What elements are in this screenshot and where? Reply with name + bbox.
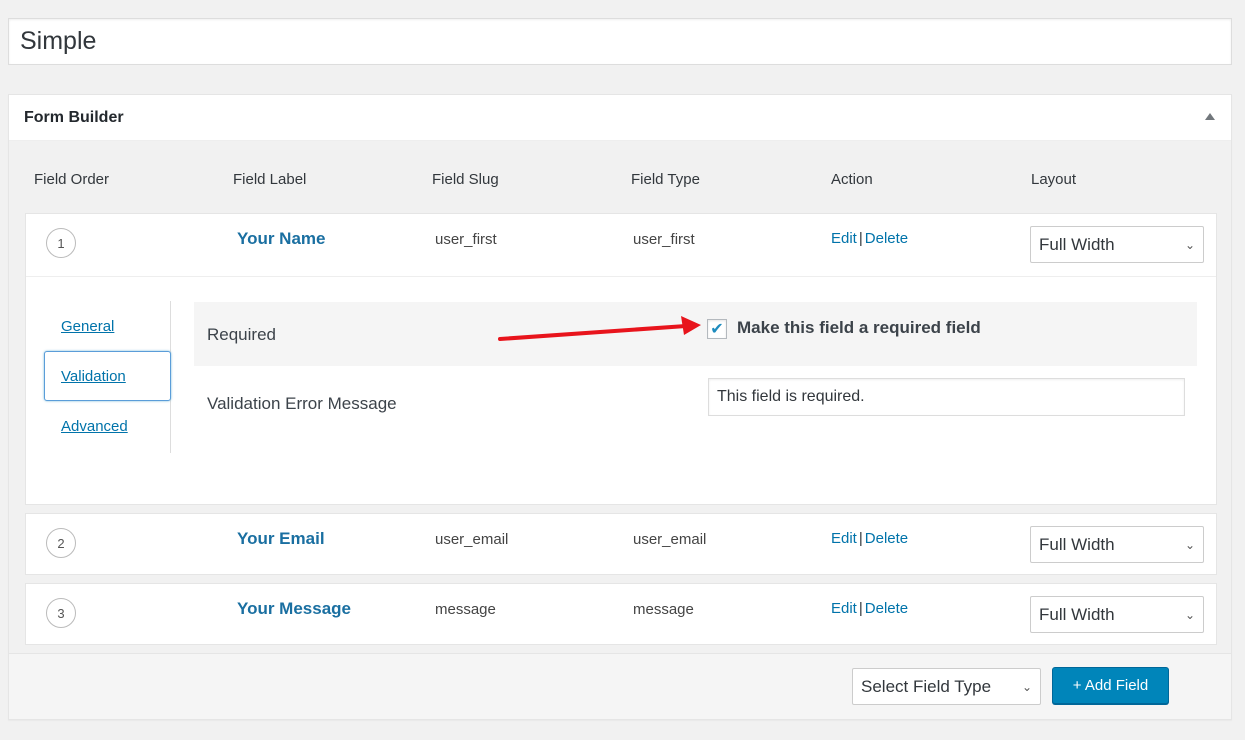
field-row: 3 Your Message message message Edit | Dele… xyxy=(25,583,1217,645)
red-arrow-annotation xyxy=(498,316,701,341)
column-header-field-order: Field Order xyxy=(34,171,110,188)
action-separator: | xyxy=(858,600,863,617)
action-separator: | xyxy=(858,530,863,547)
field-row-header: 3 Your Message message message Edit | Dele… xyxy=(26,584,1216,646)
field-type: user_first xyxy=(633,231,695,248)
field-type-select[interactable]: Select Field Type ⌄ xyxy=(852,668,1041,705)
field-row-header: 1 Your Name user_first user_first Edit | D… xyxy=(26,214,1216,276)
field-slug: user_first xyxy=(435,231,497,248)
field-row-header: 2 Your Email user_email user_email Edit |… xyxy=(26,514,1216,576)
field-slug: user_email xyxy=(435,531,509,548)
delete-link[interactable]: Delete xyxy=(865,530,908,547)
field-settings-panel: General Validation Advanced Required ✔ M… xyxy=(26,276,1216,504)
validation-error-label: Validation Error Message xyxy=(207,394,397,413)
delete-link[interactable]: Delete xyxy=(865,600,908,617)
field-row: 1 Your Name user_first user_first Edit | D… xyxy=(25,213,1217,505)
field-order-badge: 1 xyxy=(46,228,76,258)
metabox-inside: Field Order Field Label Field Slug Field… xyxy=(9,141,1231,719)
metabox-footer: Select Field Type ⌄ + Add Field xyxy=(9,653,1231,719)
tab-general[interactable]: General xyxy=(61,318,114,335)
edit-link[interactable]: Edit xyxy=(831,530,857,547)
chevron-down-icon: ⌄ xyxy=(1184,608,1195,622)
required-checkbox-label[interactable]: Make this field a required field xyxy=(737,318,981,338)
add-field-button[interactable]: + Add Field xyxy=(1052,667,1169,704)
field-label-link[interactable]: Your Email xyxy=(237,529,325,549)
settings-tab-list: General Validation Advanced xyxy=(44,301,171,453)
field-label-link[interactable]: Your Message xyxy=(237,599,351,619)
field-type: message xyxy=(633,601,694,618)
column-header-field-label: Field Label xyxy=(233,171,307,188)
chevron-down-icon: ⌄ xyxy=(1021,680,1032,694)
metabox-header: Form Builder xyxy=(9,95,1231,141)
layout-select[interactable]: Full Width ⌄ xyxy=(1030,526,1204,563)
column-header-row: Field Order Field Label Field Slug Field… xyxy=(9,141,1231,213)
edit-link[interactable]: Edit xyxy=(831,600,857,617)
layout-select[interactable]: Full Width ⌄ xyxy=(1030,226,1204,263)
post-title-input[interactable] xyxy=(9,19,1231,64)
required-label: Required xyxy=(207,325,276,344)
form-builder-metabox: Form Builder Field Order Field Label Fie… xyxy=(8,94,1232,720)
field-actions: Edit | Delete xyxy=(831,600,908,617)
edit-link[interactable]: Edit xyxy=(831,230,857,247)
layout-select-value: Full Width xyxy=(1039,234,1115,254)
post-title-wrapper xyxy=(8,18,1232,65)
checkmark-icon: ✔ xyxy=(710,321,724,338)
delete-link[interactable]: Delete xyxy=(865,230,908,247)
layout-select-value: Full Width xyxy=(1039,604,1115,624)
field-label-link[interactable]: Your Name xyxy=(237,229,326,249)
tab-advanced[interactable]: Advanced xyxy=(61,418,128,435)
field-order-badge: 2 xyxy=(46,528,76,558)
layout-select[interactable]: Full Width ⌄ xyxy=(1030,596,1204,633)
collapse-toggle-icon[interactable] xyxy=(1205,113,1215,120)
field-type: user_email xyxy=(633,531,707,548)
tab-validation[interactable]: Validation xyxy=(61,368,126,385)
column-header-layout: Layout xyxy=(1031,171,1077,188)
validation-error-input[interactable] xyxy=(708,378,1185,416)
metabox-title: Form Builder xyxy=(24,109,124,126)
field-row: 2 Your Email user_email user_email Edit |… xyxy=(25,513,1217,575)
action-separator: | xyxy=(858,230,863,247)
field-actions: Edit | Delete xyxy=(831,230,908,247)
column-header-action: Action xyxy=(831,171,873,188)
field-actions: Edit | Delete xyxy=(831,530,908,547)
field-type-select-value: Select Field Type xyxy=(861,676,992,696)
required-checkbox[interactable]: ✔ xyxy=(707,319,727,339)
layout-select-value: Full Width xyxy=(1039,534,1115,554)
column-header-field-slug: Field Slug xyxy=(432,171,499,188)
column-header-field-type: Field Type xyxy=(631,171,700,188)
field-order-badge: 3 xyxy=(46,598,76,628)
chevron-down-icon: ⌄ xyxy=(1184,238,1195,252)
field-slug: message xyxy=(435,601,496,618)
chevron-down-icon: ⌄ xyxy=(1184,538,1195,552)
